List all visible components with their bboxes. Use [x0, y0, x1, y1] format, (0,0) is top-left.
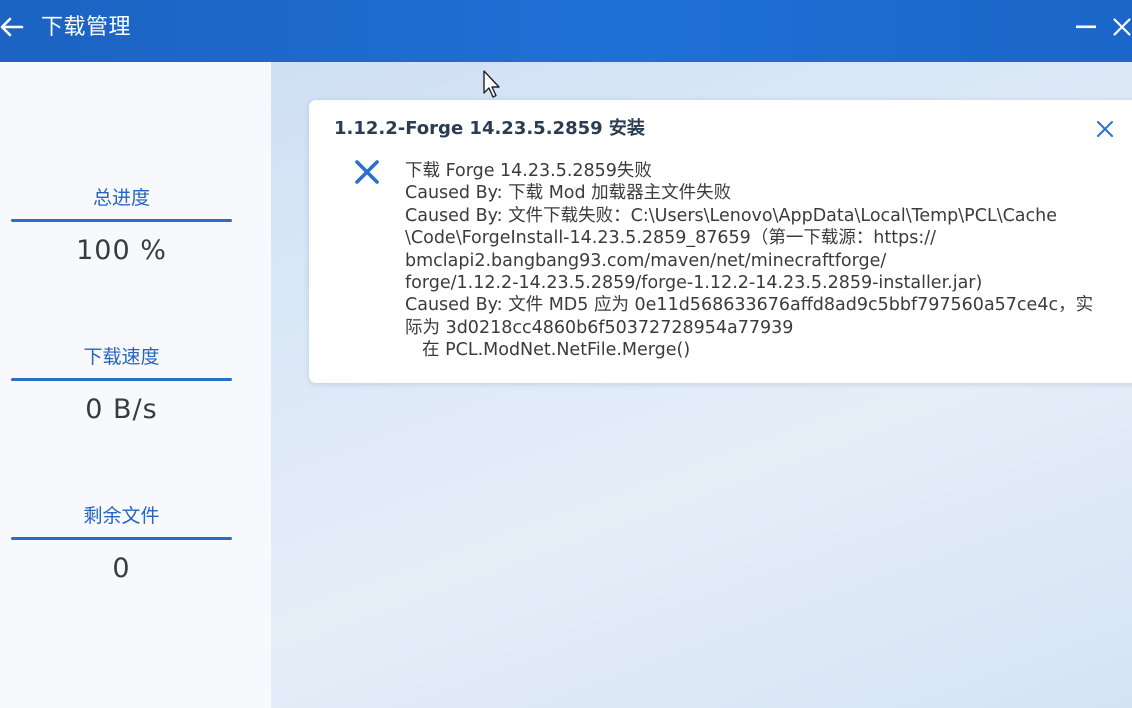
stat-label: 总进度 [92, 187, 150, 209]
minimize-icon [1076, 25, 1096, 29]
close-icon [1113, 18, 1131, 36]
error-line: 际为 3d0218cc4860b6f50372728954a77939 [405, 317, 794, 338]
stat-remaining-files: 剩余文件 0 [11, 504, 232, 586]
stat-total-progress: 总进度 100 % [11, 186, 232, 268]
error-line: Caused By: 下载 Mod 加载器主文件失败 [405, 183, 732, 204]
task-card: 1.12.2-Forge 14.23.5.2859 安装 下载 Forge 14… [309, 100, 1132, 383]
error-line: \Code\ForgeInstall-14.23.5.2859_87659（第一… [405, 228, 937, 249]
sidebar: 总进度 100 % 下载速度 0 B/s 剩余文件 0 [0, 62, 271, 708]
back-button[interactable] [0, 12, 26, 42]
stat-value: 100 % [76, 235, 167, 266]
error-line: bmclapi2.bangbang93.com/maven/net/minecr… [405, 250, 887, 271]
stat-divider [11, 378, 232, 381]
task-title: 1.12.2-Forge 14.23.5.2859 安装 [334, 118, 645, 139]
stat-download-speed: 下载速度 0 B/s [11, 345, 232, 427]
error-message: 下载 Forge 14.23.5.2859失败 Caused By: 下载 Mo… [405, 160, 1117, 362]
error-line: 下载 Forge 14.23.5.2859失败 [405, 161, 652, 181]
error-line: Caused By: 文件下载失败：C:\Users\Lenovo\AppDat… [405, 205, 1058, 226]
stat-label: 剩余文件 [83, 505, 160, 527]
stat-divider [11, 537, 232, 540]
window-title: 下载管理 [41, 15, 132, 40]
task-close-button[interactable] [1093, 117, 1117, 141]
error-line: forge/1.12.2-14.23.5.2859/forge-1.12.2-1… [405, 273, 983, 294]
error-line: Caused By: 文件 MD5 应为 0e11d568633676affd8… [405, 295, 1094, 316]
error-line-stacktrace: 在 PCL.ModNet.NetFile.Merge() [422, 340, 691, 361]
stat-divider [11, 219, 232, 222]
stat-value: 0 B/s [85, 394, 158, 425]
arrow-left-icon [0, 17, 24, 37]
error-x-icon [353, 158, 381, 186]
close-window-button[interactable] [1112, 12, 1132, 42]
minimize-button[interactable] [1072, 12, 1100, 42]
stat-value: 0 [112, 553, 131, 584]
stat-label: 下载速度 [83, 346, 160, 368]
title-bar: 下载管理 [0, 0, 1132, 62]
close-icon [1097, 121, 1113, 137]
mouse-cursor [482, 70, 502, 100]
